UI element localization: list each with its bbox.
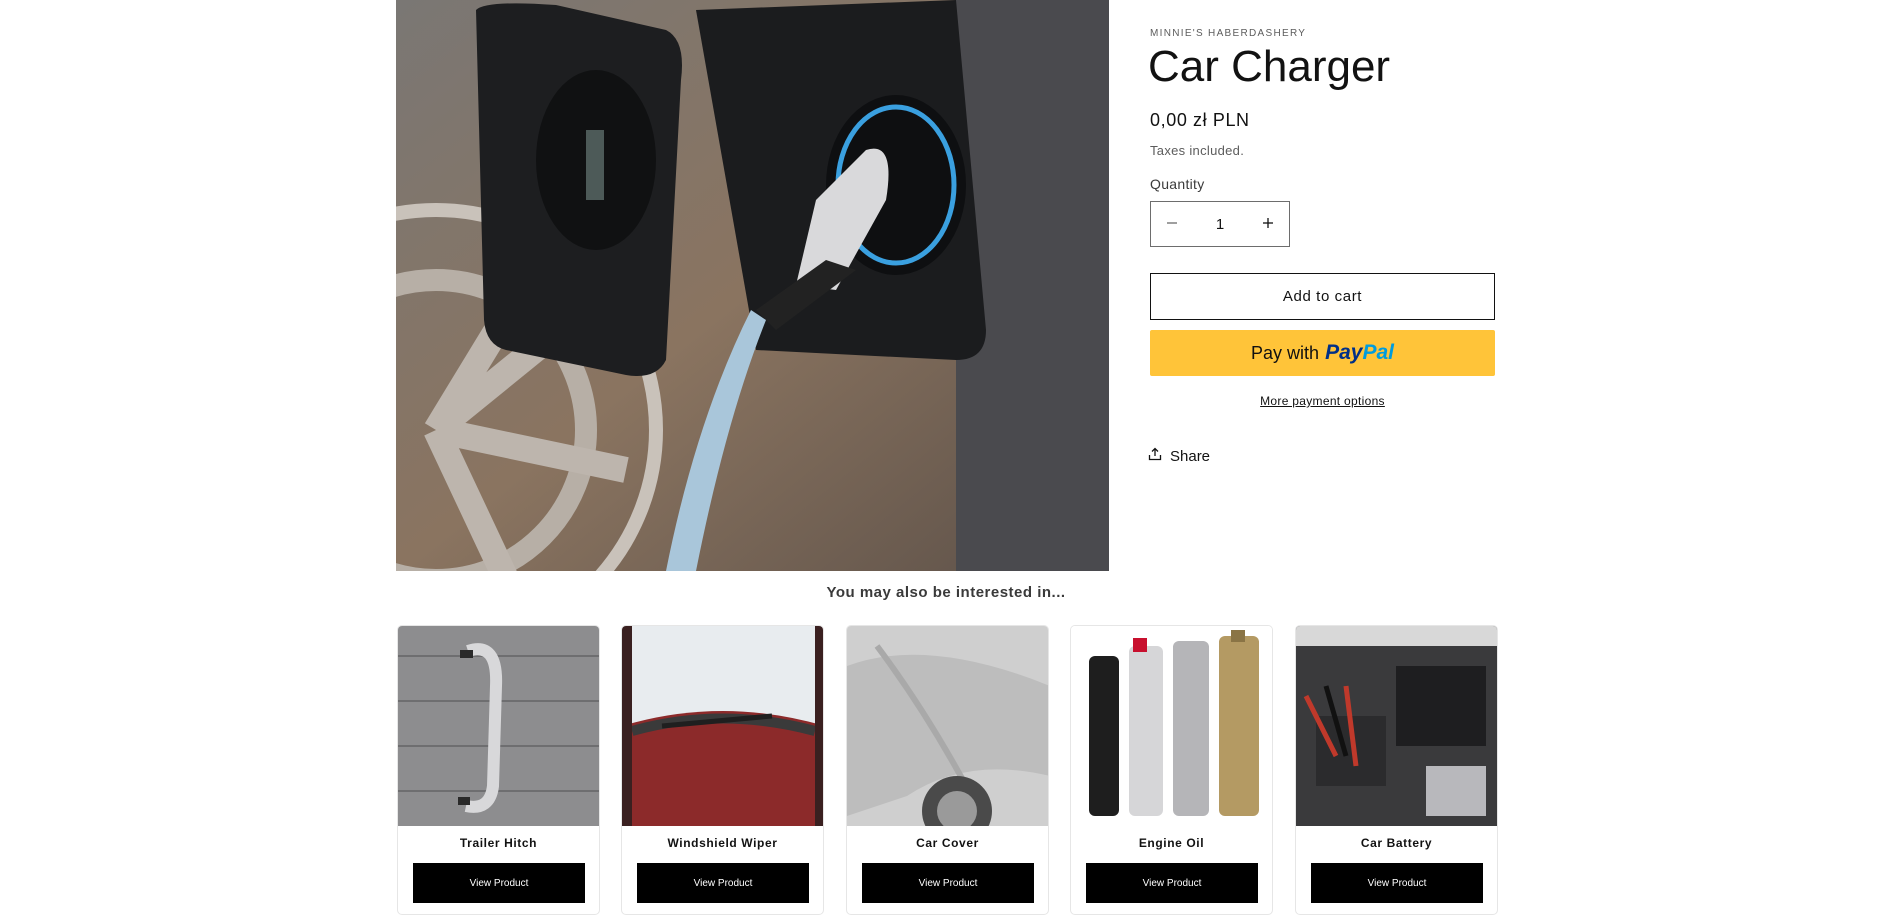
engine-oil-image[interactable] (1071, 626, 1272, 826)
product-card-title[interactable]: Engine Oil (1071, 836, 1272, 850)
view-product-button[interactable]: View Product (413, 863, 585, 903)
quantity-stepper (1150, 201, 1290, 247)
minus-icon (1166, 217, 1178, 232)
product-title: Car Charger (1148, 42, 1391, 91)
plus-icon (1262, 217, 1274, 232)
car-cover-image[interactable] (847, 626, 1048, 826)
product-main-image[interactable] (396, 0, 1109, 571)
view-product-button[interactable]: View Product (637, 863, 809, 903)
car-battery-image[interactable] (1296, 626, 1497, 826)
windshield-wiper-image[interactable] (622, 626, 823, 826)
product-card-windshield-wiper[interactable]: Windshield Wiper View Product (621, 625, 824, 915)
quantity-input[interactable] (1193, 203, 1247, 245)
product-card-engine-oil[interactable]: Engine Oil View Product (1070, 625, 1273, 915)
share-button[interactable]: Share (1148, 447, 1210, 465)
view-product-button[interactable]: View Product (1311, 863, 1483, 903)
view-product-button[interactable]: View Product (862, 863, 1034, 903)
product-card-title[interactable]: Car Cover (847, 836, 1048, 850)
related-products-heading: You may also be interested in... (826, 584, 1066, 601)
product-card-title[interactable]: Trailer Hitch (398, 836, 599, 850)
quantity-decrease-button[interactable] (1151, 202, 1193, 246)
product-price: 0,00 zł PLN (1150, 110, 1250, 130)
add-to-cart-button[interactable]: Add to cart (1150, 273, 1495, 320)
more-payment-options-link[interactable]: More payment options (1150, 394, 1495, 408)
product-card-car-cover[interactable]: Car Cover View Product (846, 625, 1049, 915)
paypal-prefix: Pay with (1251, 342, 1320, 363)
paypal-button[interactable]: Pay with PayPal (1150, 330, 1495, 376)
share-icon (1148, 447, 1162, 465)
product-card-car-battery[interactable]: Car Battery View Product (1295, 625, 1498, 915)
vendor-name: MINNIE'S HABERDASHERY (1150, 28, 1307, 39)
product-card-trailer-hitch[interactable]: Trailer Hitch View Product (397, 625, 600, 915)
product-card-title[interactable]: Windshield Wiper (622, 836, 823, 850)
paypal-logo: PayPal (1325, 341, 1394, 364)
taxes-note: Taxes included. (1150, 143, 1245, 158)
quantity-increase-button[interactable] (1247, 202, 1289, 246)
view-product-button[interactable]: View Product (1086, 863, 1258, 903)
trailer-hitch-image[interactable] (398, 626, 599, 826)
product-card-title[interactable]: Car Battery (1296, 836, 1497, 850)
share-label: Share (1170, 447, 1211, 465)
quantity-label: Quantity (1150, 176, 1205, 192)
